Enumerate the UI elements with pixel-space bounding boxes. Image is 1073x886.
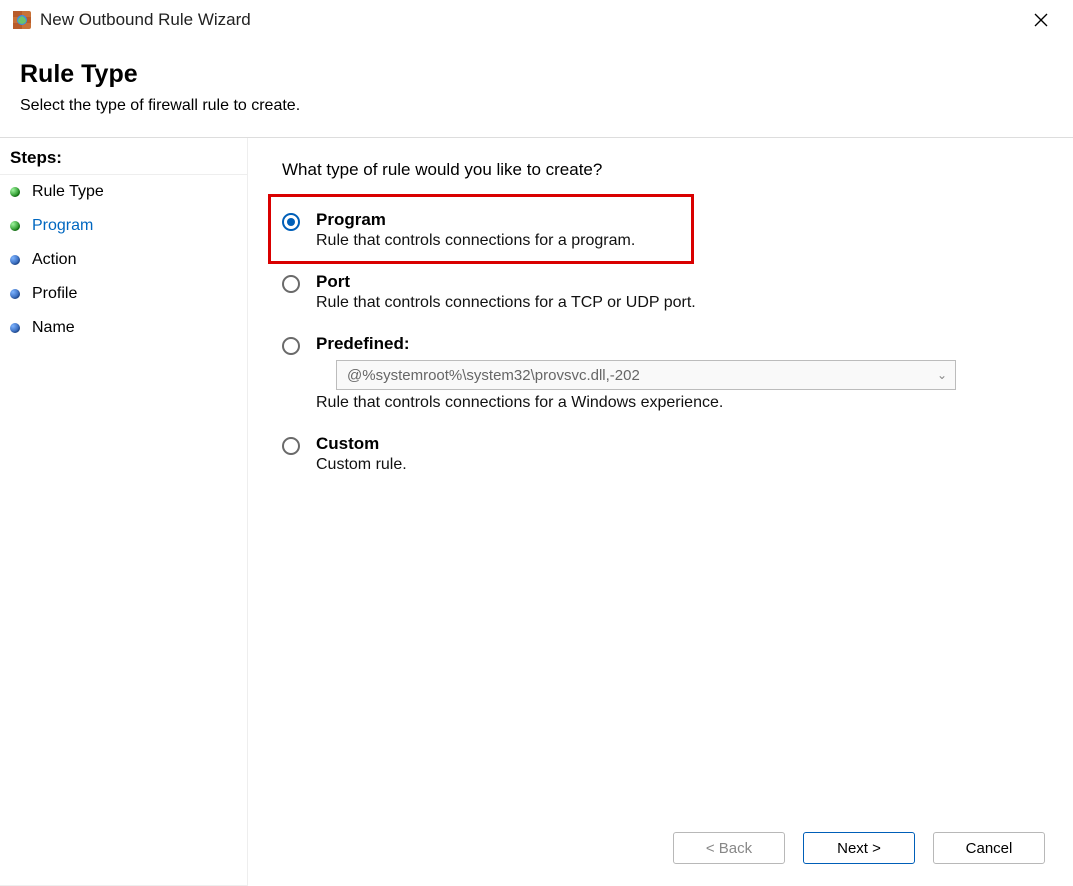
steps-heading: Steps:	[0, 146, 247, 175]
page-heading: Rule Type	[20, 60, 1053, 89]
radio-predefined[interactable]	[282, 337, 300, 355]
close-button[interactable]	[1019, 6, 1063, 34]
firewall-icon	[12, 10, 32, 30]
option-predefined-desc: Rule that controls connections for a Win…	[316, 394, 1045, 412]
step-bullet-icon	[10, 323, 20, 333]
radio-program[interactable]	[282, 213, 300, 231]
step-action[interactable]: Action	[0, 243, 247, 277]
option-program[interactable]: Program Rule that controls connections f…	[282, 210, 1045, 250]
chevron-down-icon: ⌄	[937, 368, 947, 382]
step-label: Profile	[32, 285, 77, 303]
step-label: Name	[32, 319, 75, 337]
option-port-title: Port	[316, 272, 1045, 292]
cancel-button[interactable]: Cancel	[933, 832, 1045, 864]
step-rule-type[interactable]: Rule Type	[0, 175, 247, 209]
step-bullet-icon	[10, 289, 20, 299]
main-panel: What type of rule would you like to crea…	[248, 138, 1073, 886]
step-bullet-icon	[10, 187, 20, 197]
step-label: Program	[32, 217, 93, 235]
step-label: Rule Type	[32, 183, 104, 201]
radio-port[interactable]	[282, 275, 300, 293]
steps-sidebar: Steps: Rule Type Program Action Profile …	[0, 138, 248, 886]
step-name[interactable]: Name	[0, 311, 247, 345]
window-title: New Outbound Rule Wizard	[40, 10, 251, 30]
radio-custom[interactable]	[282, 437, 300, 455]
wizard-footer: < Back Next > Cancel	[282, 822, 1045, 874]
titlebar: New Outbound Rule Wizard	[0, 0, 1073, 38]
step-profile[interactable]: Profile	[0, 277, 247, 311]
option-custom-title: Custom	[316, 434, 1045, 454]
option-port[interactable]: Port Rule that controls connections for …	[282, 272, 1045, 312]
back-button[interactable]: < Back	[673, 832, 785, 864]
step-label: Action	[32, 251, 76, 269]
next-button[interactable]: Next >	[803, 832, 915, 864]
option-custom-desc: Custom rule.	[316, 456, 1045, 474]
option-predefined-title: Predefined:	[316, 334, 1045, 354]
rule-type-prompt: What type of rule would you like to crea…	[282, 160, 1045, 180]
option-predefined[interactable]: Predefined: @%systemroot%\system32\provs…	[282, 334, 1045, 412]
option-program-title: Program	[316, 210, 1045, 230]
predefined-select[interactable]: @%systemroot%\system32\provsvc.dll,-202 …	[336, 360, 956, 390]
step-program[interactable]: Program	[0, 209, 247, 243]
option-custom[interactable]: Custom Custom rule.	[282, 434, 1045, 474]
page-subheading: Select the type of firewall rule to crea…	[20, 97, 1053, 115]
option-port-desc: Rule that controls connections for a TCP…	[316, 294, 1045, 312]
predefined-select-value: @%systemroot%\system32\provsvc.dll,-202	[347, 367, 640, 384]
step-bullet-icon	[10, 255, 20, 265]
rule-type-options: Program Rule that controls connections f…	[282, 210, 1045, 474]
option-program-desc: Rule that controls connections for a pro…	[316, 232, 1045, 250]
step-bullet-icon	[10, 221, 20, 231]
wizard-header: Rule Type Select the type of firewall ru…	[0, 38, 1073, 125]
